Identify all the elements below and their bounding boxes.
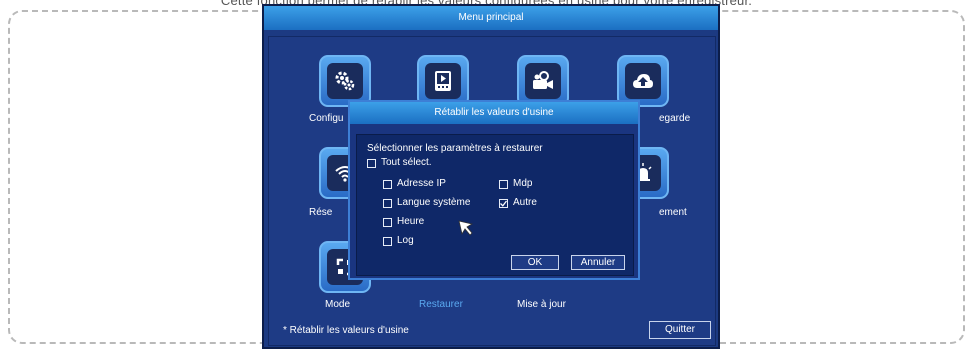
restore-dialog: Rétablir les valeurs d'usine Sélectionne…: [348, 100, 640, 280]
camera-icon: [525, 63, 561, 99]
cloud-upload-icon: [625, 63, 661, 99]
mouse-cursor-icon: [458, 220, 474, 236]
gears-icon: [327, 63, 363, 99]
menu-label-reseau: Rése: [309, 207, 333, 218]
checkbox-langue[interactable]: [383, 199, 392, 208]
menu-label-mise-a-jour: Mise à jour: [517, 299, 566, 310]
checkmark-icon: [500, 200, 508, 207]
option-label-langue: Langue système: [397, 197, 471, 208]
menu-label-evenement: ement: [659, 207, 687, 218]
menu-label-mode: Mode: [325, 299, 351, 310]
checkbox-log[interactable]: [383, 237, 392, 246]
ok-button[interactable]: OK: [511, 255, 559, 270]
dvr-title: Menu principal: [264, 6, 718, 30]
option-label-heure: Heure: [397, 216, 425, 227]
option-label-autre: Autre: [513, 197, 537, 208]
checkbox-mdp[interactable]: [499, 180, 508, 189]
dialog-title: Rétablir les valeurs d'usine: [350, 102, 638, 124]
select-all-label: Tout sélect.: [381, 157, 432, 168]
quit-button[interactable]: Quitter: [649, 321, 711, 339]
menu-label-restaurer[interactable]: Restaurer: [419, 299, 463, 310]
option-label-ip: Adresse IP: [397, 178, 446, 189]
dialog-prompt: Sélectionner les paramètres à restaurer: [367, 143, 543, 154]
cancel-button[interactable]: Annuler: [571, 255, 625, 270]
checkbox-heure[interactable]: [383, 218, 392, 227]
option-label-log: Log: [397, 235, 414, 246]
checkbox-ip[interactable]: [383, 180, 392, 189]
menu-label-config: Configu: [309, 113, 344, 124]
dvr-window: Menu principal Configu egarde Rése ement…: [262, 4, 720, 349]
checkbox-autre[interactable]: [499, 199, 508, 208]
playback-icon: [425, 63, 461, 99]
footer-note: * Rétablir les valeurs d'usine: [283, 325, 409, 336]
select-all-checkbox[interactable]: [367, 159, 376, 168]
dialog-body: Sélectionner les paramètres à restaurer …: [356, 134, 634, 276]
option-label-mdp: Mdp: [513, 178, 533, 189]
menu-label-sauvegarde: egarde: [659, 113, 691, 124]
